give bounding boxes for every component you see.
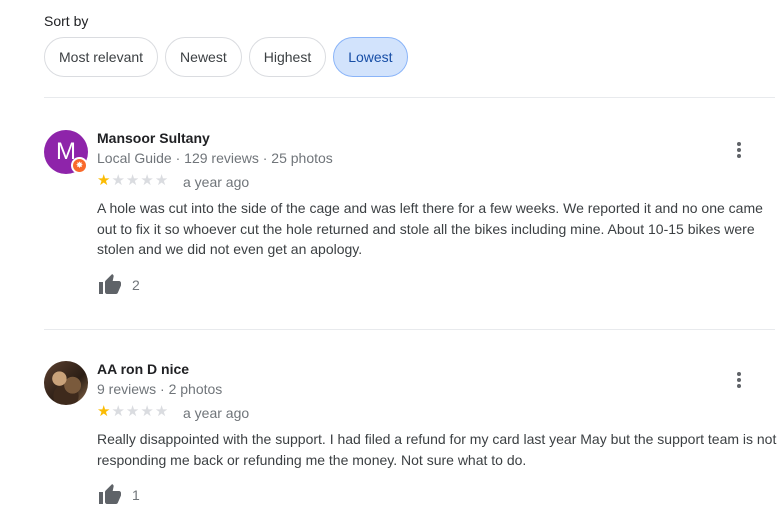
reviewer-meta[interactable]: 9 reviews · 2 photos [97,381,222,397]
local-guide-badge-icon: ✸ [71,157,88,174]
star-rating: ★ ★ ★ ★ ★ [97,404,168,420]
sort-newest-chip[interactable]: Newest [165,37,242,77]
star-icon: ★ [154,403,169,420]
review-card: AA ron D nice 9 reviews · 2 photos ★ ★ ★… [44,361,777,522]
star-icon: ★ [97,403,111,420]
like-button[interactable]: 1 [97,483,140,507]
like-count: 1 [132,487,140,503]
review-text: A hole was cut into the side of the cage… [97,200,763,257]
star-icon: ★ [125,172,140,189]
reviewer-meta[interactable]: Local Guide · 129 reviews · 25 photos [97,150,333,166]
sort-lowest-chip[interactable]: Lowest [333,37,408,77]
more-options-icon[interactable] [733,370,745,390]
review-date: a year ago [183,405,250,421]
reviewer-name[interactable]: AA ron D nice [97,361,189,377]
star-icon: ★ [111,172,125,189]
thumbs-up-icon [99,274,121,294]
reviewer-name[interactable]: Mansoor Sultany [97,130,210,146]
like-count: 2 [132,277,140,293]
sort-chips: Most relevant Newest Highest Lowest [44,37,408,77]
sort-label: Sort by [44,13,89,29]
more-options-icon[interactable] [733,140,745,160]
star-icon: ★ [140,172,154,189]
star-icon: ★ [97,172,111,189]
sort-most-relevant-chip[interactable]: Most relevant [44,37,159,77]
divider [44,329,775,330]
star-icon: ★ [125,403,140,420]
avatar[interactable] [44,361,88,405]
review-card: M ✸ Mansoor Sultany Local Guide · 129 re… [44,130,775,310]
thumbs-up-icon [99,484,121,504]
divider [44,97,775,98]
sort-highest-chip[interactable]: Highest [248,37,327,77]
star-icon: ★ [111,403,125,420]
star-icon: ★ [154,172,169,189]
star-icon: ★ [140,403,154,420]
like-button[interactable]: 2 [97,273,140,297]
review-text: Really disappointed with the support. I … [97,431,777,468]
review-date: a year ago [183,174,250,190]
star-rating: ★ ★ ★ ★ ★ [97,173,168,189]
